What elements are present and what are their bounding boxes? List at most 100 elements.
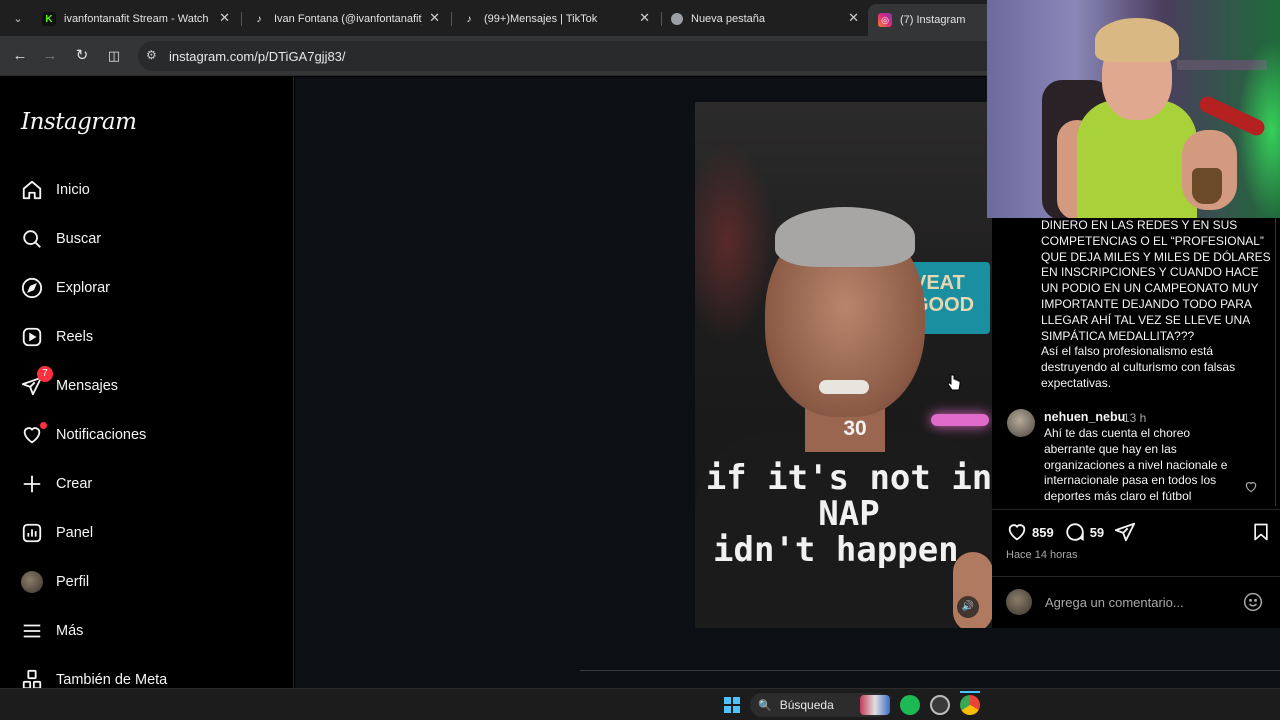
tiktok-icon: ♪ bbox=[466, 13, 472, 25]
tab-title: Nueva pestaña bbox=[691, 13, 765, 25]
messenger-icon: 7 bbox=[20, 366, 53, 398]
instagram-logo[interactable]: Instagram bbox=[21, 109, 137, 135]
divider bbox=[580, 670, 1280, 671]
divider bbox=[992, 576, 1280, 577]
sidebar-item-label: Más bbox=[56, 623, 84, 639]
comment-username[interactable]: nehuen_nebu bbox=[1044, 410, 1125, 424]
home-icon bbox=[20, 178, 44, 202]
close-icon[interactable]: ✕ bbox=[848, 10, 859, 26]
spotify-icon[interactable] bbox=[900, 695, 920, 715]
tab-new-tab[interactable]: Nueva pestaña ✕ bbox=[661, 6, 867, 32]
avatar[interactable] bbox=[1007, 409, 1035, 437]
chrome-icon[interactable] bbox=[960, 695, 980, 715]
tab-kick[interactable]: K ivanfontanafit Stream - Watch Live ✕ bbox=[32, 6, 238, 32]
video-person-mouth bbox=[819, 380, 869, 394]
sidebar-item-explorar[interactable]: Explorar bbox=[20, 273, 110, 303]
scrollbar[interactable] bbox=[1275, 216, 1276, 506]
emoji-icon[interactable] bbox=[1243, 592, 1263, 612]
url-text: instagram.com/p/DTiGA7gjj83/ bbox=[169, 49, 346, 64]
taskbar-search-label: Búsqueda bbox=[779, 698, 834, 712]
post-timestamp: Hace 14 horas bbox=[1006, 549, 1078, 561]
tab-search-chevron-icon[interactable]: ⌄ bbox=[8, 9, 28, 29]
webcam-hair bbox=[1095, 18, 1179, 62]
sidebar-item-label: Mensajes bbox=[56, 378, 119, 394]
tab-tiktok-profile[interactable]: ♪ Ivan Fontana (@ivanfontanafit) es ✕ bbox=[242, 6, 448, 32]
search-highlight-image bbox=[860, 695, 890, 715]
split-view-icon[interactable]: ◫ bbox=[102, 44, 126, 68]
avatar bbox=[1006, 589, 1032, 615]
notification-dot bbox=[40, 422, 47, 429]
comments-count: 59 bbox=[1089, 524, 1105, 540]
hand-cursor-icon bbox=[947, 374, 961, 391]
volume-icon[interactable]: 🔊 bbox=[957, 596, 979, 618]
tab-title: ivanfontanafit Stream - Watch Live bbox=[64, 13, 212, 25]
reels-icon bbox=[20, 325, 44, 349]
site-settings-icon[interactable]: ⚙ bbox=[146, 48, 162, 64]
close-icon[interactable]: ✕ bbox=[429, 10, 440, 26]
compass-icon bbox=[20, 276, 44, 300]
reload-icon[interactable]: ↻ bbox=[70, 44, 94, 68]
plus-icon bbox=[20, 472, 44, 496]
sidebar-item-label: Perfil bbox=[56, 574, 90, 590]
slogan-line: idn't happen bbox=[713, 530, 959, 570]
close-icon[interactable]: ✕ bbox=[219, 10, 230, 26]
video-background bbox=[695, 142, 775, 342]
tab-tiktok-messages[interactable]: ♪ (99+)Mensajes | TikTok ✕ bbox=[452, 6, 658, 32]
tab-title: Ivan Fontana (@ivanfontanafit) es bbox=[274, 13, 422, 25]
taskbar-search[interactable]: 🔍 Búsqueda bbox=[750, 693, 890, 717]
sidebar-item-inicio[interactable]: Inicio bbox=[20, 175, 90, 205]
streamer-webcam bbox=[987, 0, 1280, 218]
sidebar-item-label: Notificaciones bbox=[56, 427, 147, 443]
webcam-mate-cup bbox=[1192, 168, 1222, 204]
slogan-line: if it's not in bbox=[705, 458, 992, 498]
notification-badge: 7 bbox=[37, 366, 53, 382]
sidebar-item-label: Panel bbox=[56, 525, 94, 541]
app-icon[interactable] bbox=[930, 695, 950, 715]
sidebar-item-panel[interactable]: Panel bbox=[20, 518, 93, 548]
sidebar-item-buscar[interactable]: Buscar bbox=[20, 224, 101, 254]
post-video[interactable]: VEAT GOOD 30 if it's not in NAP idn't ha… bbox=[695, 102, 992, 628]
close-icon[interactable]: ✕ bbox=[639, 10, 650, 26]
post-actions: 859 59 bbox=[1006, 522, 1136, 542]
back-icon[interactable]: ← bbox=[8, 44, 32, 68]
video-overlay-number: 30 bbox=[843, 417, 867, 440]
post-caption: DINERO EN LAS REDES Y EN SUS COMPETENCIA… bbox=[1041, 218, 1271, 390]
video-person-hair bbox=[775, 207, 915, 267]
sidebar-item-mas[interactable]: Más bbox=[20, 616, 83, 646]
sidebar-item-reels[interactable]: Reels bbox=[20, 322, 93, 352]
sidebar-item-notificaciones[interactable]: Notificaciones bbox=[20, 420, 146, 450]
tab-title: (99+)Mensajes | TikTok bbox=[484, 13, 598, 25]
forward-icon[interactable]: → bbox=[38, 44, 62, 68]
sidebar-item-perfil[interactable]: Perfil bbox=[20, 567, 89, 597]
likes-count[interactable]: 859 bbox=[1032, 525, 1054, 540]
dashboard-icon bbox=[20, 521, 44, 545]
chrome-icon bbox=[671, 13, 683, 25]
active-app-indicator bbox=[960, 691, 980, 693]
windows-taskbar: 🔍 Búsqueda bbox=[0, 688, 1280, 720]
comment-text: Ahí te das cuenta el choreo aberrante qu… bbox=[1044, 426, 1228, 504]
kick-icon: K bbox=[42, 12, 56, 26]
avatar-wrapper bbox=[20, 570, 44, 594]
video-shirt-slogan: if it's not in NAP idn't happen bbox=[699, 460, 992, 568]
add-comment-input[interactable]: Agrega un comentario... bbox=[1045, 595, 1184, 610]
sidebar-item-label: Crear bbox=[56, 476, 93, 492]
bookmark-icon[interactable] bbox=[1251, 522, 1271, 542]
divider bbox=[992, 509, 1280, 510]
share-icon[interactable] bbox=[1114, 521, 1136, 543]
address-bar[interactable]: ⚙ instagram.com/p/DTiGA7gjj83/ bbox=[138, 41, 1018, 71]
like-heart-icon[interactable] bbox=[1006, 521, 1028, 543]
sidebar-item-label: Reels bbox=[56, 329, 94, 345]
instagram-sidebar: Instagram Inicio Buscar Explorar Reels 7… bbox=[0, 77, 294, 690]
windows-start-icon[interactable] bbox=[724, 697, 740, 713]
search-icon bbox=[20, 227, 44, 251]
heart-icon bbox=[20, 422, 47, 447]
tab-instagram[interactable]: ◎ (7) Instagram bbox=[868, 4, 998, 36]
like-comment-heart-icon[interactable] bbox=[1244, 480, 1258, 494]
comment-icon[interactable] bbox=[1064, 521, 1086, 543]
search-icon: 🔍 bbox=[758, 699, 772, 712]
sidebar-item-crear[interactable]: Crear bbox=[20, 469, 92, 499]
avatar bbox=[21, 571, 43, 593]
tiktok-icon: ♪ bbox=[256, 13, 262, 25]
sidebar-item-label: Explorar bbox=[56, 280, 110, 296]
sidebar-item-mensajes[interactable]: 7 Mensajes bbox=[20, 366, 119, 401]
